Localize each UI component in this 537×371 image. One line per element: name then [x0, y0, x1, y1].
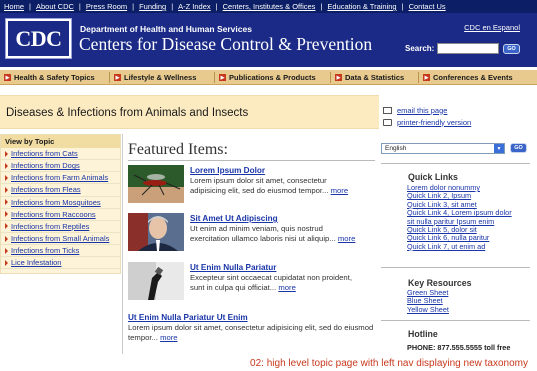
- triangle-icon: [5, 259, 8, 266]
- left-nav-item[interactable]: Infections from Farm Animals: [1, 172, 120, 185]
- bottle-thumbnail[interactable]: [128, 262, 184, 300]
- featured-item-title[interactable]: Lorem Ipsum Dolor: [190, 166, 265, 175]
- top-link-about[interactable]: About CDC: [36, 2, 74, 11]
- chevron-down-icon[interactable]: ▼: [494, 144, 504, 153]
- featured-heading: Featured Items:: [128, 141, 228, 158]
- left-nav-item[interactable]: Infections from Raccoons: [1, 209, 120, 221]
- hotline-heading: Hotline: [408, 329, 438, 339]
- featured-item-text: Lorem ipsum dolor sit amet, consectetur …: [128, 323, 374, 342]
- mosquito-thumbnail[interactable]: [128, 165, 184, 203]
- language-go-button[interactable]: GO: [510, 143, 527, 153]
- hotline-phone: PHONE: 877.555.5555 toll free: [407, 343, 511, 352]
- left-nav-item[interactable]: Infections from Dogs: [1, 160, 120, 173]
- page-tools: email this page printer-friendly version: [383, 104, 471, 128]
- email-page-tool[interactable]: email this page: [383, 104, 471, 116]
- screenshot-caption: 02: high level topic page with left nav …: [250, 358, 528, 369]
- person-thumbnail[interactable]: [128, 213, 184, 251]
- nav-publications-products[interactable]: ▶ Publications & Products: [219, 70, 316, 85]
- more-link[interactable]: more: [278, 283, 296, 292]
- left-nav-item[interactable]: Lice Infestation: [1, 257, 120, 270]
- arrow-icon: ▶: [4, 74, 11, 81]
- triangle-icon: [5, 211, 8, 218]
- featured-item-title[interactable]: Ut Enim Nulla Pariatur: [190, 263, 276, 272]
- left-nav-item[interactable]: Infections from Small Animals: [1, 233, 120, 246]
- key-resources-list: Green Sheet Blue Sheet Yellow Sheet: [407, 288, 449, 314]
- top-link-funding[interactable]: Funding: [139, 2, 166, 11]
- printer-friendly-link[interactable]: printer-friendly version: [397, 118, 471, 127]
- language-select[interactable]: English ▼: [381, 143, 505, 154]
- envelope-icon: [383, 106, 392, 114]
- top-link-a-z-index[interactable]: A-Z Index: [178, 2, 211, 11]
- featured-item-title[interactable]: Sit Amet Ut Adipiscing: [190, 214, 278, 223]
- triangle-icon: [5, 223, 8, 230]
- main-nav: ▶ Health & Safety Topics ▶ Lifestyle & Wel…: [0, 70, 537, 85]
- top-link-contact[interactable]: Contact Us: [409, 2, 446, 11]
- more-link[interactable]: more: [331, 186, 349, 195]
- top-link-home[interactable]: Home: [4, 2, 24, 11]
- arrow-icon: ▶: [335, 74, 342, 81]
- search-input[interactable]: [437, 43, 499, 54]
- resource-link[interactable]: Yellow Sheet: [407, 305, 449, 314]
- nav-health-safety[interactable]: ▶ Health & Safety Topics: [4, 70, 95, 85]
- page-title-band: Diseases & Infections from Animals and I…: [0, 95, 379, 129]
- featured-item-text: Excepteur sint occaecat cupidatat non pr…: [190, 273, 352, 292]
- left-nav: View by Topic Infections from Cats Infec…: [0, 134, 121, 274]
- search-label: Search:: [405, 44, 435, 53]
- department-name: Department of Health and Human Services: [80, 24, 252, 34]
- triangle-icon: [5, 186, 8, 193]
- arrow-icon: ▶: [423, 74, 430, 81]
- nav-data-statistics[interactable]: ▶ Data & Statistics: [335, 70, 404, 85]
- top-link-press-room[interactable]: Press Room: [86, 2, 127, 11]
- logo-text: CDC: [15, 25, 62, 51]
- printer-icon: [383, 118, 392, 126]
- triangle-icon: [5, 162, 8, 169]
- nav-conferences-events[interactable]: ▶ Conferences & Events: [423, 70, 513, 85]
- site-header: CDC Department of Health and Human Servi…: [0, 13, 537, 67]
- left-nav-item[interactable]: Infections from Cats: [1, 148, 120, 161]
- left-nav-item[interactable]: Infections from Reptiles: [1, 221, 120, 233]
- left-nav-item[interactable]: Infections from Fleas: [1, 184, 120, 197]
- left-nav-heading: View by Topic: [1, 135, 120, 148]
- left-nav-item[interactable]: Infections from Mosquitoes: [1, 197, 120, 209]
- quick-links-list: Lorem dolor nonummy Quick Link 2, Ipsum …: [407, 183, 512, 251]
- arrow-icon: ▶: [219, 74, 226, 81]
- featured-item-text: Lorem ipsum dolor sit amet, consectetur …: [190, 176, 349, 195]
- triangle-icon: [5, 235, 8, 242]
- more-link[interactable]: more: [160, 333, 178, 342]
- triangle-icon: [5, 174, 8, 181]
- email-page-link[interactable]: email this page: [397, 106, 447, 115]
- triangle-icon: [5, 247, 8, 254]
- espanol-link[interactable]: CDC en Espanol: [464, 23, 520, 32]
- quick-links-heading: Quick Links: [408, 172, 458, 182]
- search-go-button[interactable]: GO: [503, 44, 520, 54]
- featured-item-title[interactable]: Ut Enim Nulla Pariatur Ut Enim: [128, 313, 248, 322]
- key-resources-heading: Key Resources: [408, 278, 472, 288]
- triangle-icon: [5, 199, 8, 206]
- top-link-education[interactable]: Education & Training: [327, 2, 396, 11]
- nav-lifestyle-wellness[interactable]: ▶ Lifestyle & Wellness: [114, 70, 196, 85]
- more-link[interactable]: more: [338, 234, 356, 243]
- triangle-icon: [5, 150, 8, 157]
- agency-name: Centers for Disease Control & Prevention: [79, 34, 373, 54]
- arrow-icon: ▶: [114, 74, 121, 81]
- left-nav-item[interactable]: Infections from Ticks: [1, 245, 120, 258]
- top-link-centers[interactable]: Centers, Institutes & Offices: [223, 2, 316, 11]
- quick-link[interactable]: Quick Link 7, ut enim ad: [407, 242, 512, 251]
- cdc-logo[interactable]: CDC: [5, 18, 72, 59]
- print-page-tool[interactable]: printer-friendly version: [383, 116, 471, 128]
- featured-item-text: Ut enim ad minim veniam, quis nostrud ex…: [190, 224, 356, 243]
- page-title: Diseases & Infections from Animals and I…: [6, 107, 249, 119]
- top-utility-bar: Home | About CDC | Press Room | Funding | A-…: [0, 0, 537, 13]
